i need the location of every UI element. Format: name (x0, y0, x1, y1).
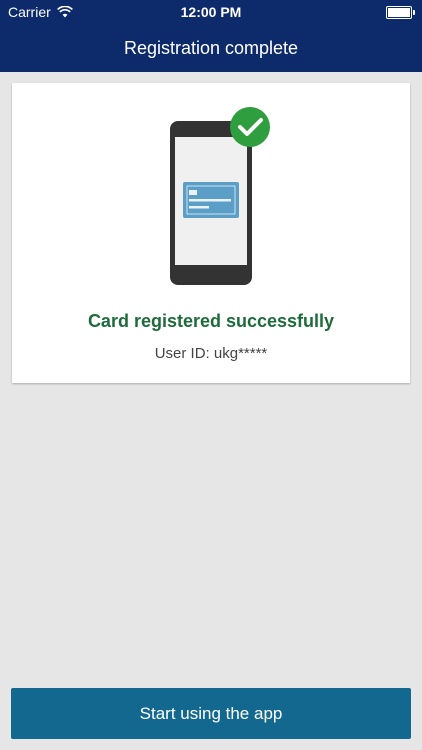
status-time: 12:00 PM (180, 4, 242, 20)
start-using-app-button[interactable]: Start using the app (11, 688, 411, 739)
checkmark-badge-icon (230, 107, 270, 147)
credit-card-icon (183, 182, 239, 218)
status-bar: Carrier 12:00 PM (0, 0, 422, 24)
success-message: Card registered successfully (87, 311, 335, 331)
page-title: Registration complete (123, 38, 299, 58)
user-id-label: User ID: ukg***** (154, 345, 268, 362)
battery-icon (386, 6, 415, 19)
app-header: Carrier 12:00 PM Registration complete (0, 0, 422, 72)
phone-with-card-checkmark-icon (170, 107, 270, 285)
success-card: Card registered successfully User ID: uk… (12, 83, 410, 383)
